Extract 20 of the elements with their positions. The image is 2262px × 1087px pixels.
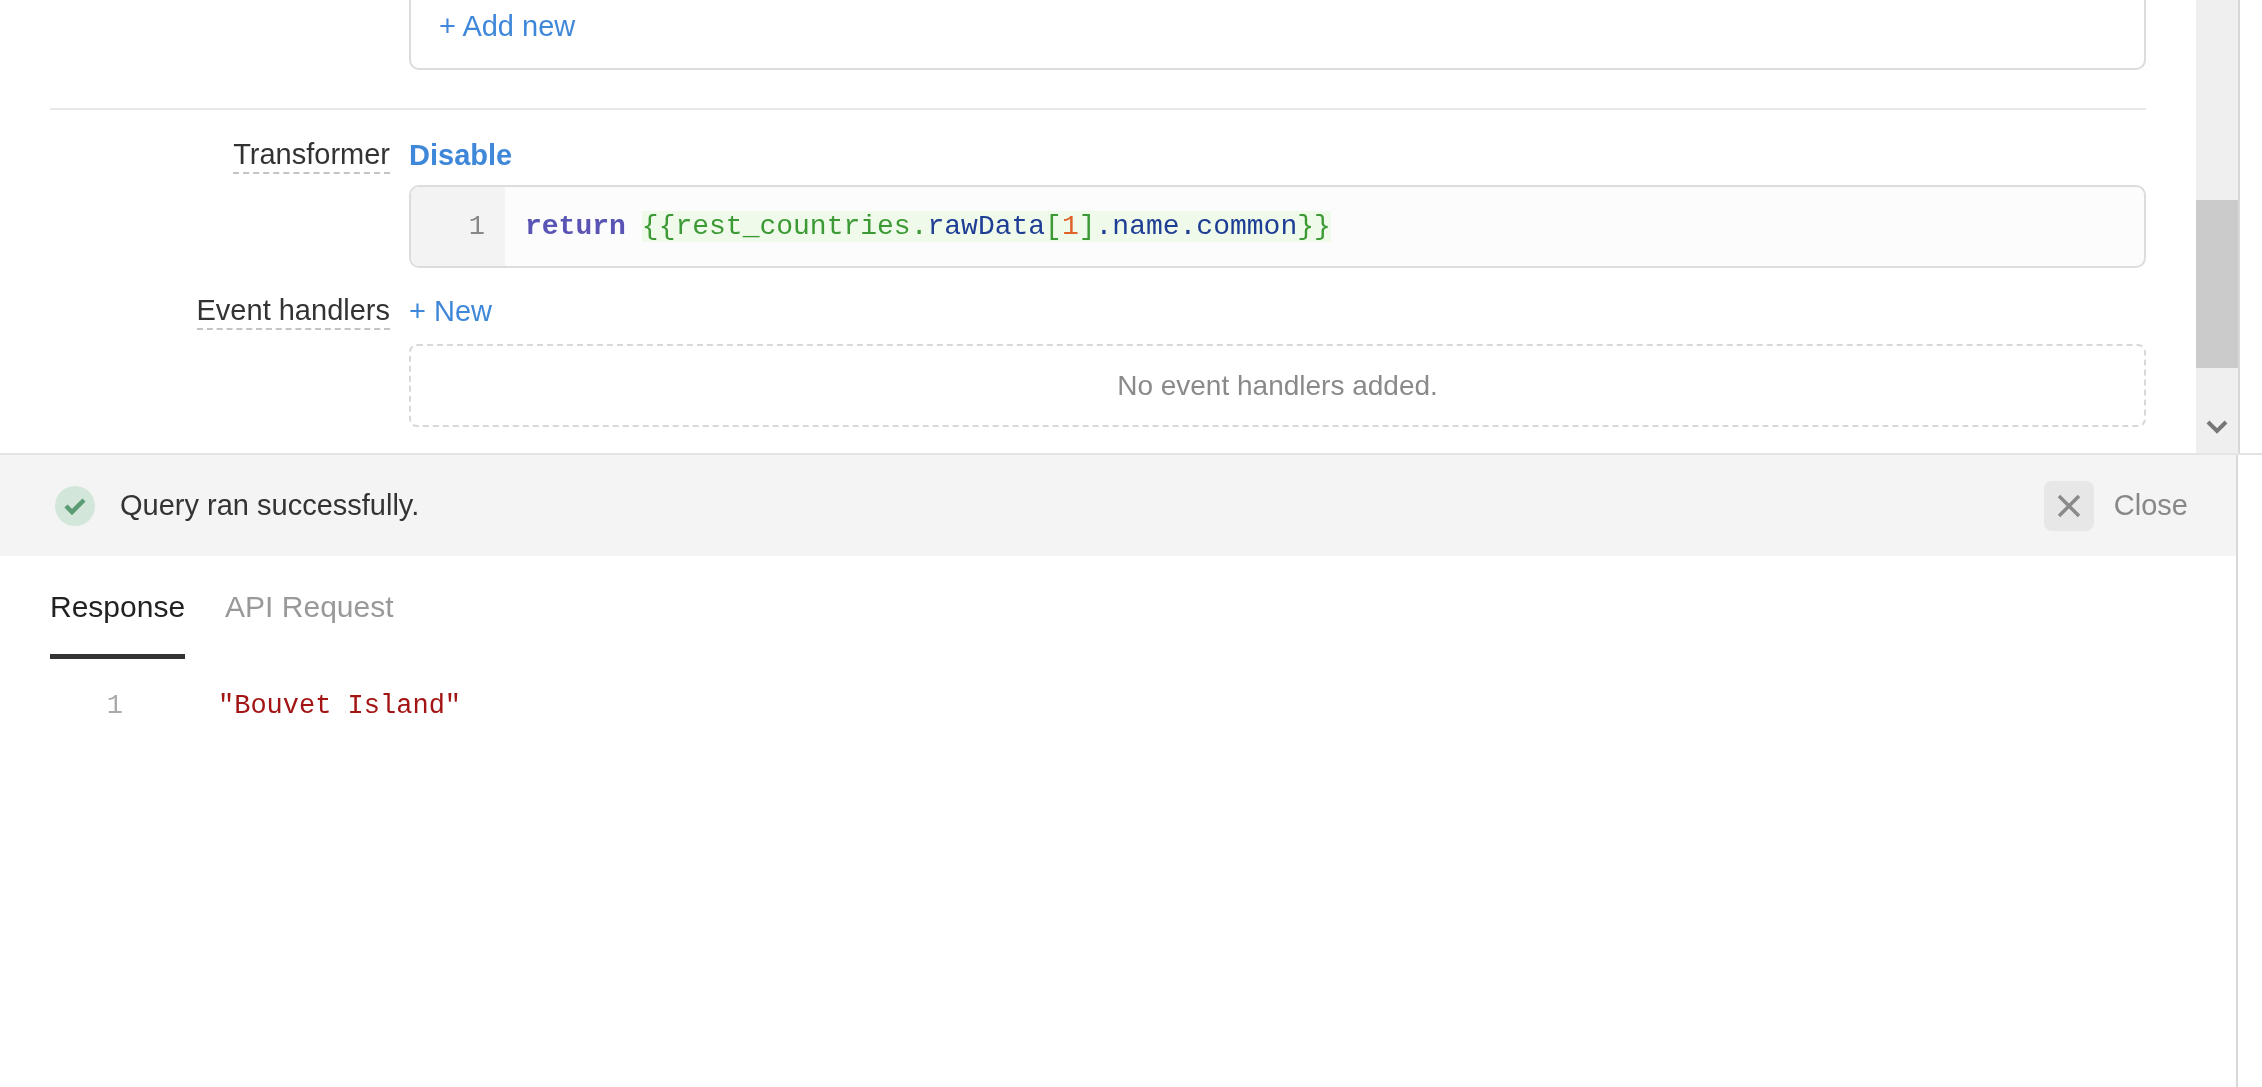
close-button[interactable]: [2043, 480, 2094, 531]
scrollbar[interactable]: [2196, 0, 2240, 453]
transformer-label: Transformer: [233, 136, 390, 174]
line-number: 1: [106, 691, 123, 721]
tab[interactable]: Response: [50, 590, 186, 659]
empty-message: No event handlers added.: [1117, 369, 1438, 402]
add-new-link[interactable]: + Add new: [439, 9, 576, 43]
tab[interactable]: API Request: [225, 590, 394, 659]
close-icon: [2056, 493, 2081, 518]
chevron-down-icon[interactable]: [2206, 420, 2228, 434]
new-handler-link[interactable]: + New: [409, 294, 2146, 328]
close-label[interactable]: Close: [2113, 489, 2188, 522]
status-message: Query ran successfully.: [120, 489, 421, 522]
line-number: 1: [468, 211, 485, 242]
disable-link[interactable]: Disable: [409, 138, 2146, 172]
scrollbar-thumb[interactable]: [2196, 200, 2238, 368]
event-handlers-label: Event handlers: [196, 292, 390, 330]
code-line: return {{rest_countries.rawData[1].name.common}}: [524, 210, 1331, 244]
response-value: "Bouvet Island": [218, 691, 462, 721]
code-editor[interactable]: 1 return {{rest_countries.rawData[1].name.common}}: [409, 185, 2146, 268]
